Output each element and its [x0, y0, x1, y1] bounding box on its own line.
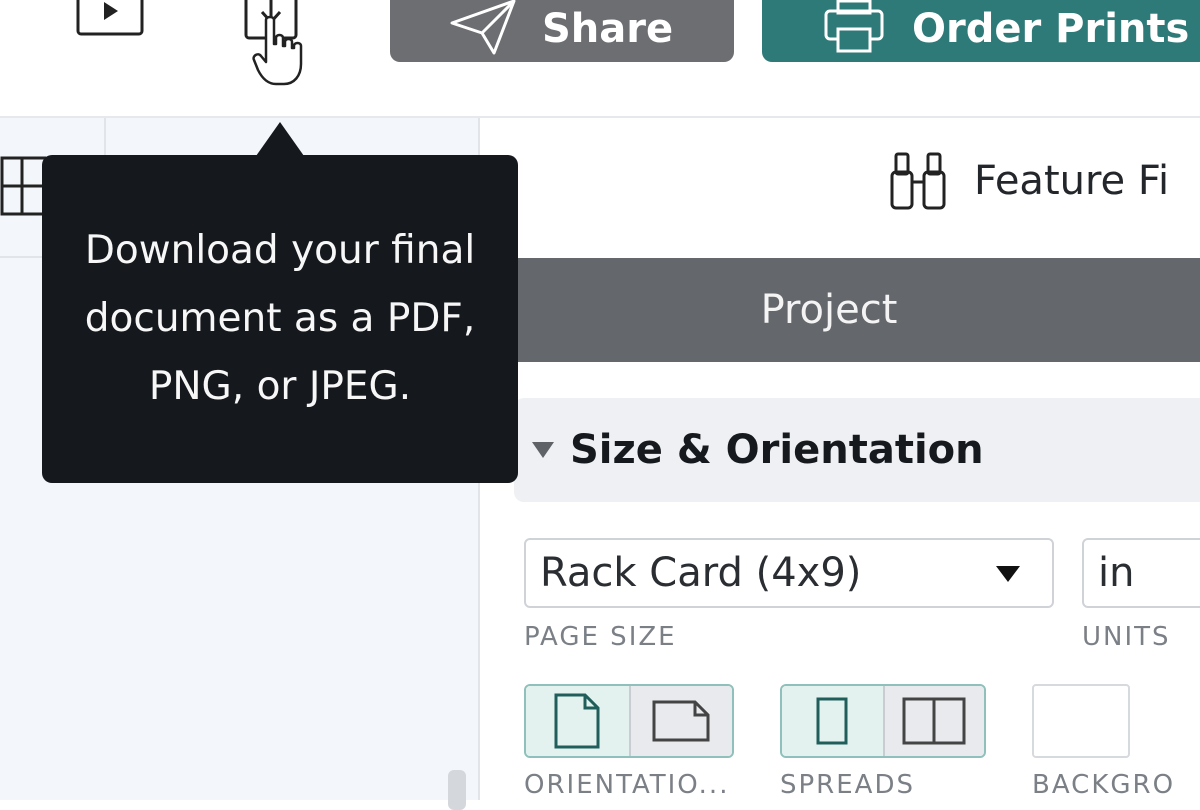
single-page-icon [816, 697, 848, 745]
panel-tab-project[interactable]: Project [518, 258, 1200, 362]
orientation-toggle [524, 684, 734, 758]
hand-pointer-cursor-icon [252, 15, 303, 86]
units-value: in [1098, 550, 1135, 596]
background-label: BACKGRO [1032, 770, 1176, 800]
order-prints-button[interactable]: Order Prints [762, 0, 1200, 62]
orientation-portrait-button[interactable] [526, 686, 629, 756]
spreads-toggle [780, 684, 986, 758]
units-label: UNITS [1082, 622, 1171, 652]
orientation-landscape-button[interactable] [628, 686, 732, 756]
caret-down-icon [532, 442, 554, 458]
binoculars-icon [890, 152, 946, 210]
download-tooltip: Download your final document as a PDF, P… [42, 155, 518, 483]
page-size-select[interactable]: Rack Card (4x9) [524, 538, 1054, 608]
orientation-label: ORIENTATIO... [524, 770, 730, 800]
scrollbar-thumb[interactable] [448, 770, 466, 810]
page-size-label: PAGE SIZE [524, 622, 677, 652]
order-prints-label: Order Prints [912, 6, 1190, 52]
top-toolbar: Share Order Prints [0, 0, 1200, 118]
section-title: Size & Orientation [570, 427, 984, 473]
background-color-swatch[interactable] [1032, 684, 1130, 758]
project-header-label: Project [760, 287, 898, 333]
spreads-double-button[interactable] [882, 686, 984, 756]
page-size-value: Rack Card (4x9) [540, 550, 862, 596]
tooltip-arrow [256, 122, 304, 156]
printer-icon [824, 0, 884, 53]
paper-plane-icon [450, 0, 516, 55]
dropdown-arrow-icon [996, 566, 1020, 582]
landscape-page-icon [652, 700, 710, 742]
size-orientation-section-toggle[interactable]: Size & Orientation [514, 398, 1200, 502]
play-button[interactable] [76, 0, 144, 38]
feature-finder-label: Feature Fi [974, 158, 1170, 204]
double-page-icon [902, 697, 966, 745]
spreads-single-button[interactable] [782, 686, 883, 756]
share-button[interactable]: Share [390, 0, 734, 62]
play-icon [76, 0, 144, 36]
spreads-label: SPREADS [780, 770, 915, 800]
layout-grid-icon[interactable] [0, 156, 46, 216]
portrait-page-icon [554, 693, 600, 749]
units-select[interactable]: in [1082, 538, 1200, 608]
tooltip-text: Download your final document as a PDF, P… [84, 228, 476, 409]
share-label: Share [542, 6, 674, 52]
feature-finder-button[interactable]: Feature Fi [888, 150, 1169, 212]
